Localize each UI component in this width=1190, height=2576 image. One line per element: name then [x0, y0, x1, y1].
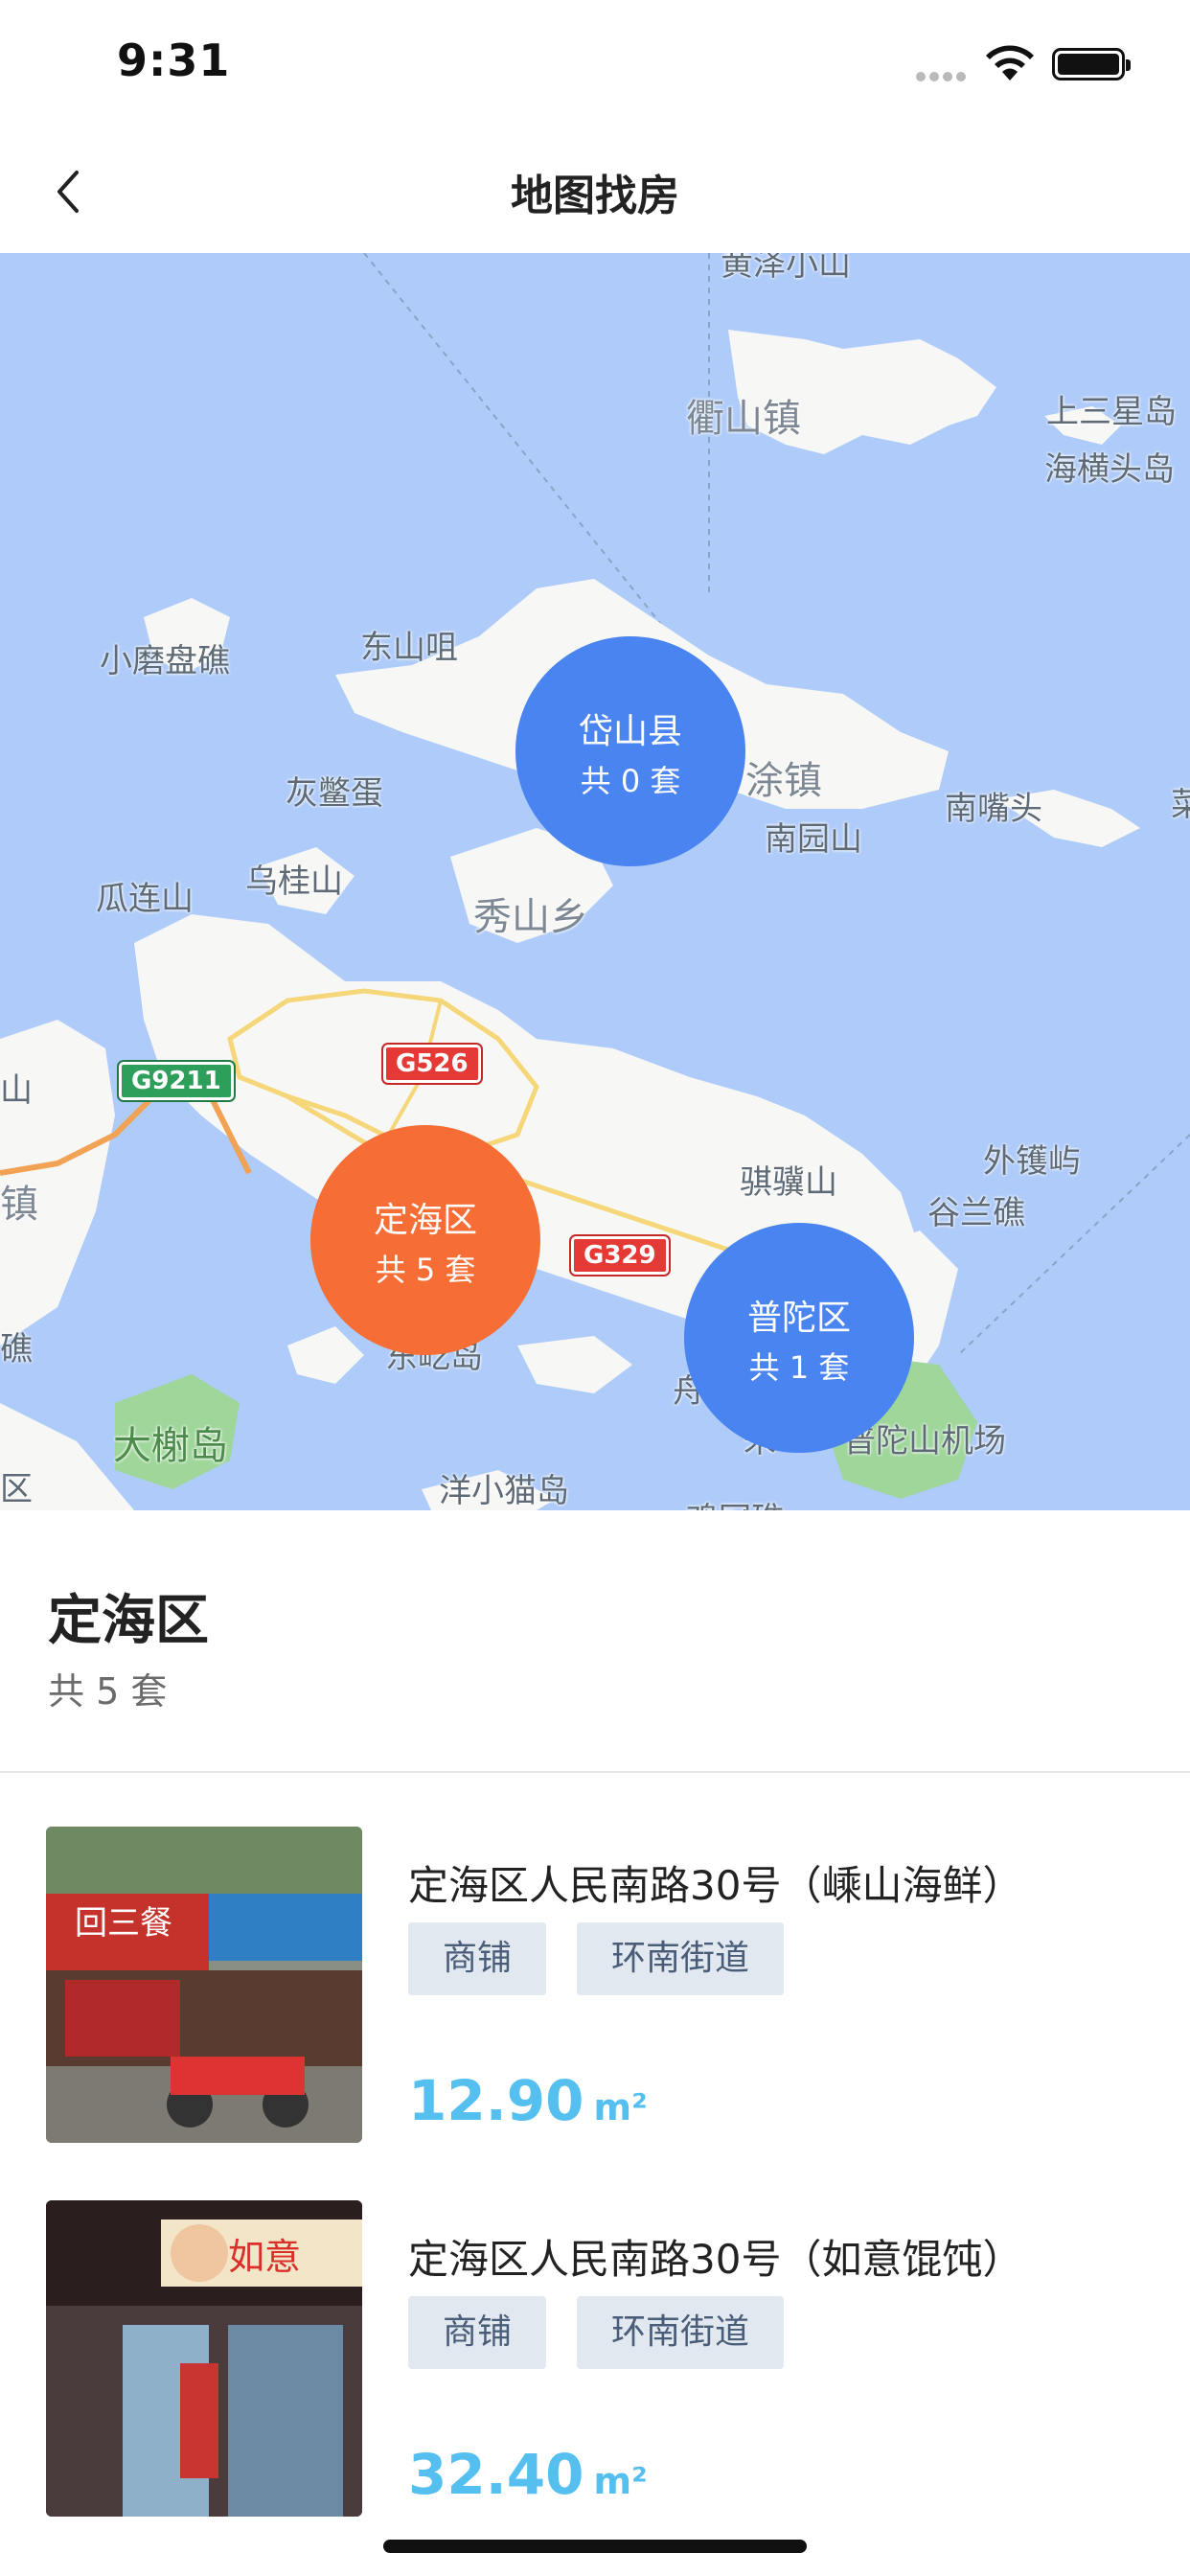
map-label: 礁	[0, 1330, 33, 1368]
listing-tag-street: 环南街道	[577, 1922, 785, 1995]
map-label: 大榭岛	[113, 1424, 228, 1468]
map-label: 镇	[0, 1183, 38, 1227]
status-time: 9:31	[117, 34, 231, 86]
navigation-bar: 地图找房	[0, 126, 1190, 253]
map-label: 秀山乡	[473, 895, 588, 939]
map-view[interactable]: 黄泽小山 衢山镇 上三星岛 海横头岛 小磨盘礁 东山咀 灰鳖蛋 涂镇 南嘴头 南…	[0, 253, 1190, 1510]
area-value: 12.90	[408, 2068, 584, 2133]
map-label: 区	[0, 1470, 33, 1508]
map-label: 涂镇	[745, 759, 822, 803]
map-label: 鸡冠礁	[686, 1493, 784, 1510]
battery-icon	[1052, 48, 1131, 80]
map-label: 小磨盘礁	[100, 642, 230, 680]
listing-title: 定海区人民南路30号（嵊山海鲜）	[408, 1862, 1023, 1909]
map-label: 谷兰礁	[927, 1194, 1025, 1232]
cluster-count: 共 0 套	[580, 763, 681, 799]
listing-area: 12.90 m²	[408, 2068, 648, 2133]
area-value: 32.40	[408, 2442, 584, 2507]
listing-tag-type: 商铺	[408, 2296, 547, 2369]
map-label: 东山咀	[360, 629, 458, 667]
listing-item[interactable]: 回三餐 定海区人民南路30号（嵊山海鲜） 商铺 环南街道 12.90 m²	[0, 1827, 1190, 2200]
highway-shield-g329: G329	[571, 1236, 669, 1275]
region-summary: 定海区 共 5 套	[0, 1510, 1190, 1773]
map-label: 洋小猫岛	[439, 1472, 569, 1510]
listing-title: 定海区人民南路30号（如意馄饨）	[408, 2236, 1023, 2283]
status-bar: 9:31	[0, 0, 1190, 126]
highway-shield-g9211: G9211	[119, 1062, 234, 1100]
cluster-name: 普陀区	[746, 1299, 851, 1338]
region-count: 共 5 套	[48, 1670, 168, 1713]
map-label: 黄泽小山	[721, 253, 851, 284]
map-label: 衢山镇	[686, 397, 801, 441]
map-cluster-daishan[interactable]: 岱山县 共 0 套	[515, 636, 745, 866]
cluster-count: 共 1 套	[748, 1349, 850, 1386]
cluster-count: 共 5 套	[375, 1252, 476, 1288]
highway-shield-g526: G526	[383, 1045, 481, 1083]
map-label: 南嘴头	[945, 790, 1042, 828]
listing-area: 32.40 m²	[408, 2442, 648, 2507]
listing-tag-type: 商铺	[408, 1922, 547, 1995]
listing-tag-street: 环南街道	[577, 2296, 785, 2369]
listing-item[interactable]: 如意 定海区人民南路30号（如意馄饨） 商铺 环南街道 32.40 m²	[0, 2200, 1190, 2574]
wifi-icon	[986, 45, 1034, 80]
map-cluster-dinghai[interactable]: 定海区 共 5 套	[310, 1125, 540, 1355]
map-label: 菜	[1171, 786, 1190, 824]
map-label: 灰鳖蛋	[286, 774, 383, 813]
region-title: 定海区	[48, 1590, 209, 1652]
map-label: 骐骥山	[740, 1163, 837, 1202]
listing-photo: 如意	[46, 2200, 362, 2517]
map-label: 南园山	[765, 820, 862, 859]
map-label: 乌桂山	[245, 862, 343, 901]
map-label: 山	[0, 1071, 33, 1110]
area-unit: m²	[593, 2460, 648, 2502]
map-label: 外镬屿	[983, 1142, 1081, 1181]
cluster-name: 定海区	[373, 1201, 477, 1240]
cluster-name: 岱山县	[578, 712, 682, 751]
svg-text:如意: 如意	[228, 2236, 301, 2278]
map-label: 海横头岛	[1044, 450, 1175, 489]
map-cluster-putuo[interactable]: 普陀区 共 1 套	[684, 1223, 914, 1453]
svg-text:回三餐: 回三餐	[75, 1904, 172, 1943]
map-label: 上三星岛	[1046, 393, 1177, 431]
listing-photo: 回三餐	[46, 1827, 362, 2143]
home-indicator[interactable]	[383, 2540, 807, 2553]
page-title: 地图找房	[511, 172, 679, 220]
cellular-signal-icon	[916, 67, 973, 81]
area-unit: m²	[593, 2086, 648, 2128]
map-label: 瓜连山	[96, 880, 194, 918]
